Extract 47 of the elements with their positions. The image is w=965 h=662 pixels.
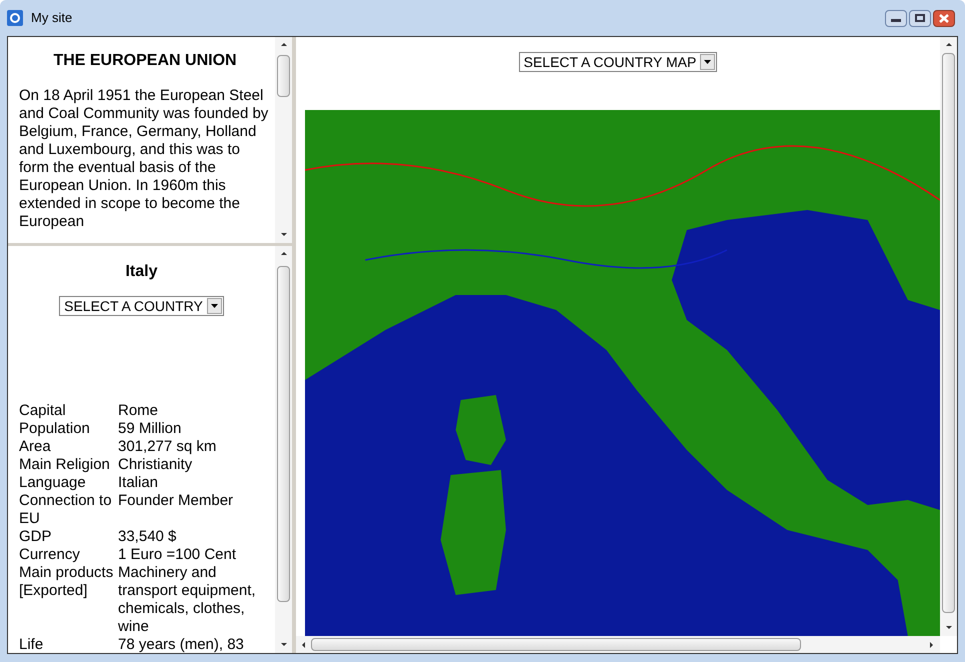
- fact-value: Machinery and transport equipment, chemicals, clothes, wine: [118, 564, 257, 636]
- vertical-scrollbar[interactable]: [275, 37, 292, 243]
- maximize-button[interactable]: [909, 10, 931, 26]
- scroll-down-arrow-icon[interactable]: [280, 231, 288, 239]
- scrollbar-thumb[interactable]: [311, 638, 801, 651]
- scrollbar-thumb[interactable]: [942, 53, 955, 613]
- minimize-button[interactable]: [885, 10, 907, 26]
- fact-label: Population: [19, 420, 91, 438]
- fact-value: Founder Member: [118, 492, 234, 511]
- scrollbar-thumb[interactable]: [277, 55, 290, 97]
- fact-value: 78 years (men), 83: [118, 636, 245, 653]
- browser-icon: [7, 10, 23, 26]
- fact-label: Connection to EU: [19, 492, 113, 528]
- country-dropdown[interactable]: SELECT A COUNTRY MAP: [518, 52, 718, 72]
- fact-value: 33,540 $: [118, 528, 178, 546]
- scroll-up-arrow-icon[interactable]: [280, 250, 288, 258]
- fact-value: Christianity: [118, 456, 194, 474]
- fact-label: Main products [Exported]: [19, 564, 114, 601]
- fact-label: GDP: [19, 528, 53, 546]
- scrollbar-thumb[interactable]: [277, 266, 290, 602]
- scroll-up-arrow-icon[interactable]: [280, 41, 288, 49]
- fact-label: Language: [19, 474, 87, 492]
- fact-value: 59 Million: [118, 420, 182, 438]
- scroll-up-arrow-icon[interactable]: [944, 41, 952, 49]
- fact-label: Currency: [19, 546, 81, 564]
- scroll-down-arrow-icon[interactable]: [280, 641, 288, 649]
- fact-value: Rome: [118, 402, 160, 420]
- close-button[interactable]: [933, 10, 955, 26]
- intro-heading: THE EUROPEAN UNION: [52, 51, 238, 71]
- country-name: Italy: [124, 262, 158, 282]
- scroll-down-arrow-icon[interactable]: [944, 624, 952, 632]
- horizontal-scrollbar[interactable]: [296, 636, 940, 653]
- intro-paragraph: On 18 April 1951 the European Steel and Coal Community was founded by Belgium, France, Germany, Holland and Luxembourg, and this was to form the eventual basis of the European Union. In 1960m this extended in scope to become the European: [19, 87, 270, 231]
- fact-label: Area: [19, 438, 52, 456]
- fact-value: Italian: [118, 474, 160, 492]
- close-icon: [939, 14, 949, 22]
- scroll-left-arrow-icon[interactable]: [300, 640, 308, 648]
- scroll-right-arrow-icon[interactable]: [928, 640, 936, 648]
- fact-value: 301,277 sq km: [118, 438, 218, 456]
- fact-label: Capital: [19, 402, 67, 420]
- country-dropdown[interactable]: SELECT A COUNTRY: [59, 296, 224, 316]
- fact-label: Main Religion: [19, 456, 111, 474]
- window-title: My site: [31, 9, 74, 28]
- fact-label: Life: [19, 636, 44, 653]
- vertical-scrollbar[interactable]: [940, 37, 957, 636]
- vertical-scrollbar[interactable]: [275, 246, 292, 653]
- fact-value: 1 Euro =100 Cent: [118, 546, 238, 564]
